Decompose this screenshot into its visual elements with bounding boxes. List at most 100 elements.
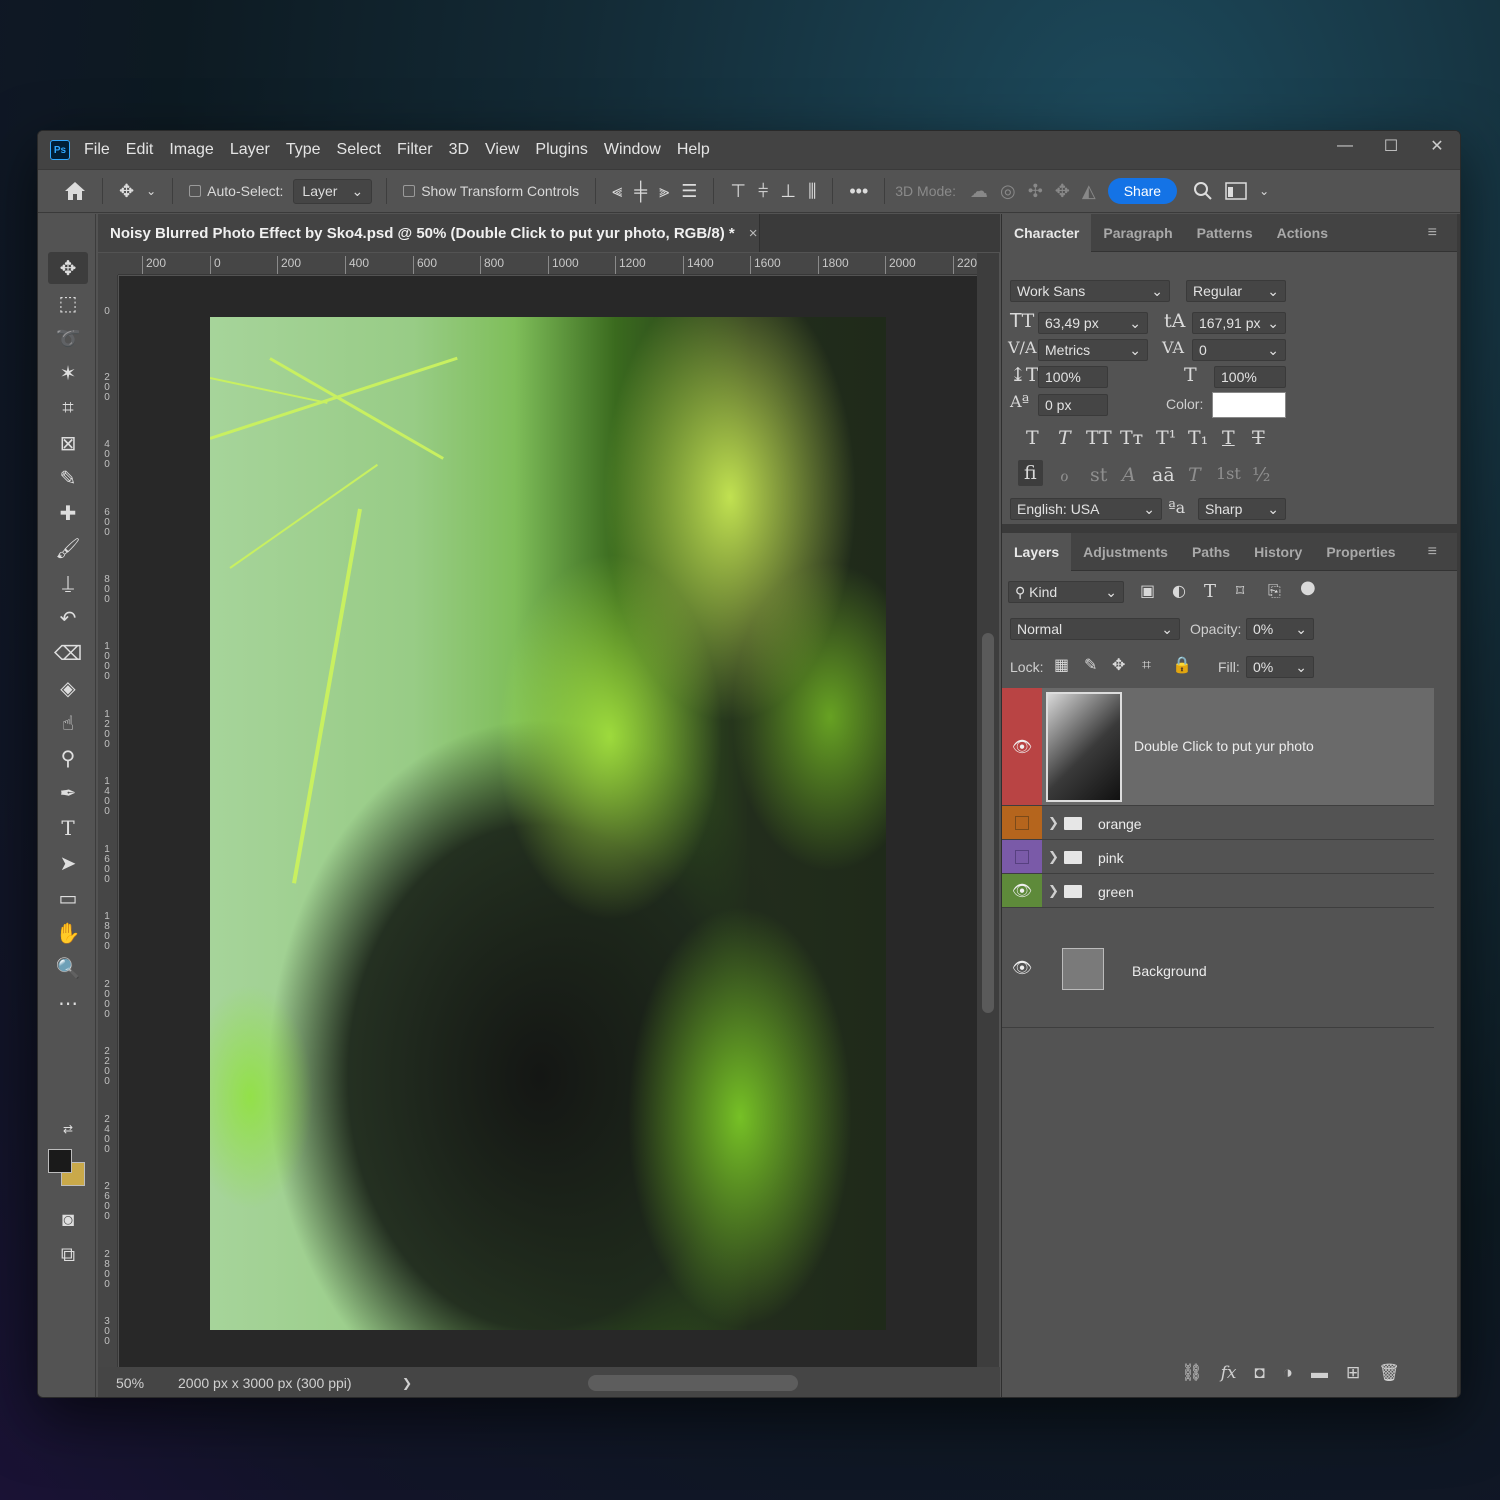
tab-properties[interactable]: Properties	[1314, 533, 1407, 571]
all-caps-button[interactable]: TT	[1086, 427, 1112, 449]
tab-patterns[interactable]: Patterns	[1185, 214, 1265, 252]
tab-history[interactable]: History	[1242, 533, 1314, 571]
filter-shape-icon[interactable]: ⌑	[1236, 581, 1244, 600]
add-mask-icon[interactable]: ◘	[1254, 1363, 1264, 1383]
menu-type[interactable]: Type	[286, 141, 321, 159]
marquee-tool-icon[interactable]: ⬚	[48, 287, 88, 319]
workspace-icon[interactable]	[1225, 182, 1247, 200]
menu-edit[interactable]: Edit	[126, 141, 154, 159]
dodge-tool-icon[interactable]: ⚲	[48, 742, 88, 774]
share-button[interactable]: Share	[1107, 178, 1178, 204]
home-icon[interactable]	[64, 181, 86, 201]
tab-paths[interactable]: Paths	[1180, 533, 1242, 571]
superscript-button[interactable]: T¹	[1156, 427, 1176, 449]
menu-file[interactable]: File	[84, 141, 110, 159]
filter-adjustment-icon[interactable]: ◐	[1172, 581, 1186, 600]
align-left-icon[interactable]: ⫷	[612, 181, 622, 202]
antialias-select[interactable]: Sharp ⌄	[1198, 498, 1286, 520]
eye-icon[interactable]: 👁	[1002, 688, 1042, 805]
hand-tool-icon[interactable]: ✋	[48, 917, 88, 949]
close-document-icon[interactable]: ×	[749, 225, 758, 242]
language-select[interactable]: English: USA ⌄	[1010, 498, 1162, 520]
history-brush-icon[interactable]: ↶	[48, 602, 88, 634]
tab-layers[interactable]: Layers	[1002, 532, 1072, 571]
filter-pixel-icon[interactable]: ▣	[1140, 581, 1155, 600]
faux-bold-button[interactable]: T	[1026, 427, 1039, 449]
more-tools-icon[interactable]: ⋯	[48, 987, 88, 1019]
healing-brush-icon[interactable]: ✚	[48, 497, 88, 529]
eyedropper-icon[interactable]: ✎	[48, 462, 88, 494]
path-selection-icon[interactable]: ➤	[48, 847, 88, 879]
search-icon[interactable]	[1193, 181, 1213, 201]
visibility-toggle[interactable]	[1002, 806, 1042, 839]
panel-menu-icon[interactable]: ≡	[1416, 533, 1449, 571]
menu-layer[interactable]: Layer	[230, 141, 270, 159]
screen-mode-icon[interactable]: ⧉	[48, 1239, 88, 1271]
visibility-toggle[interactable]	[1002, 840, 1042, 873]
swap-colors-icon[interactable]: ⇄	[48, 1119, 88, 1139]
info-menu-arrow[interactable]: ❯	[402, 1376, 412, 1390]
font-family-select[interactable]: Work Sans ⌄	[1010, 280, 1170, 302]
fill-field[interactable]: 0% ⌄	[1246, 656, 1314, 678]
expand-chevron-icon[interactable]: ❯	[1048, 849, 1059, 865]
panel-menu-icon[interactable]: ≡	[1416, 214, 1449, 252]
blend-mode-select[interactable]: Normal ⌄	[1010, 618, 1180, 640]
font-style-select[interactable]: Regular ⌄	[1186, 280, 1286, 302]
menu-window[interactable]: Window	[604, 141, 661, 159]
eraser-tool-icon[interactable]: ⌫	[48, 637, 88, 669]
opacity-field[interactable]: 0% ⌄	[1246, 618, 1314, 640]
menu-select[interactable]: Select	[337, 141, 381, 159]
checkbox-box[interactable]	[189, 185, 202, 197]
vertical-scrollbar[interactable]	[977, 253, 999, 1367]
leading-field[interactable]: 167,91 px ⌄	[1192, 312, 1286, 334]
canvas-area[interactable]	[119, 276, 977, 1367]
discretionary-ligatures-button[interactable]: st	[1090, 464, 1107, 486]
align-bottom-icon[interactable]: ⊥	[780, 181, 796, 202]
zoom-level[interactable]: 50%	[98, 1375, 178, 1391]
eye-icon[interactable]: 👁	[1002, 874, 1042, 907]
horizontal-scale-field[interactable]: 100%	[1214, 366, 1286, 388]
old-style-button[interactable]: ℴ	[1060, 464, 1069, 486]
lock-transparent-icon[interactable]: ▦	[1054, 655, 1069, 674]
underline-button[interactable]: T	[1222, 427, 1235, 449]
orbit-3d-icon[interactable]: ☁	[970, 181, 988, 202]
color-swatches[interactable]	[48, 1149, 88, 1189]
scale-3d-icon[interactable]: ◭	[1082, 181, 1096, 202]
horizontal-scrollbar-thumb[interactable]	[588, 1375, 798, 1391]
eye-icon[interactable]: 👁	[1002, 908, 1042, 1027]
smudge-tool-icon[interactable]: ☝	[48, 707, 88, 739]
lasso-tool-icon[interactable]: ➰	[48, 322, 88, 354]
tab-character[interactable]: Character	[1002, 213, 1092, 252]
document-canvas-image[interactable]	[210, 317, 886, 1330]
lock-all-icon[interactable]: 🔒	[1172, 655, 1192, 674]
close-window-button[interactable]: ✕	[1414, 131, 1460, 161]
adjustment-layer-icon[interactable]: ◑	[1283, 1363, 1293, 1383]
layer-row-orange[interactable]: ❯ orange	[1002, 806, 1434, 840]
move-tool-icon[interactable]: ✥	[48, 252, 88, 284]
align-top-icon[interactable]: ⊤	[730, 181, 746, 202]
vertical-scale-field[interactable]: 100%	[1038, 366, 1108, 388]
faux-italic-button[interactable]: T	[1058, 427, 1071, 449]
tab-paragraph[interactable]: Paragraph	[1091, 214, 1184, 252]
layer-row-pink[interactable]: ❯ pink	[1002, 840, 1434, 874]
layer-row-green[interactable]: 👁 ❯ green	[1002, 874, 1434, 908]
titling-alternates-button[interactable]: T	[1188, 464, 1201, 486]
pan-3d-icon[interactable]: ✣	[1028, 181, 1043, 202]
font-size-field[interactable]: 63,49 px ⌄	[1038, 312, 1148, 334]
menu-help[interactable]: Help	[677, 141, 710, 159]
expand-chevron-icon[interactable]: ❯	[1048, 883, 1059, 899]
more-options-icon[interactable]: •••	[849, 181, 868, 202]
roll-3d-icon[interactable]: ◎	[1000, 181, 1016, 202]
paint-bucket-icon[interactable]: ◈	[48, 672, 88, 704]
pen-tool-icon[interactable]: ✒	[48, 777, 88, 809]
chevron-down-icon[interactable]: ⌄	[146, 184, 156, 198]
type-tool-icon[interactable]: T	[48, 812, 88, 844]
align-right-icon[interactable]: ⫸	[659, 181, 669, 202]
distribute-icon[interactable]: ☰	[681, 181, 697, 202]
filter-smart-object-icon[interactable]: ⎘	[1268, 581, 1281, 601]
minimize-button[interactable]: —	[1322, 131, 1368, 161]
baseline-shift-field[interactable]: 0 px	[1038, 394, 1108, 416]
crop-tool-icon[interactable]: ⌗	[48, 392, 88, 424]
frame-tool-icon[interactable]: ⊠	[48, 427, 88, 459]
tab-actions[interactable]: Actions	[1265, 214, 1340, 252]
